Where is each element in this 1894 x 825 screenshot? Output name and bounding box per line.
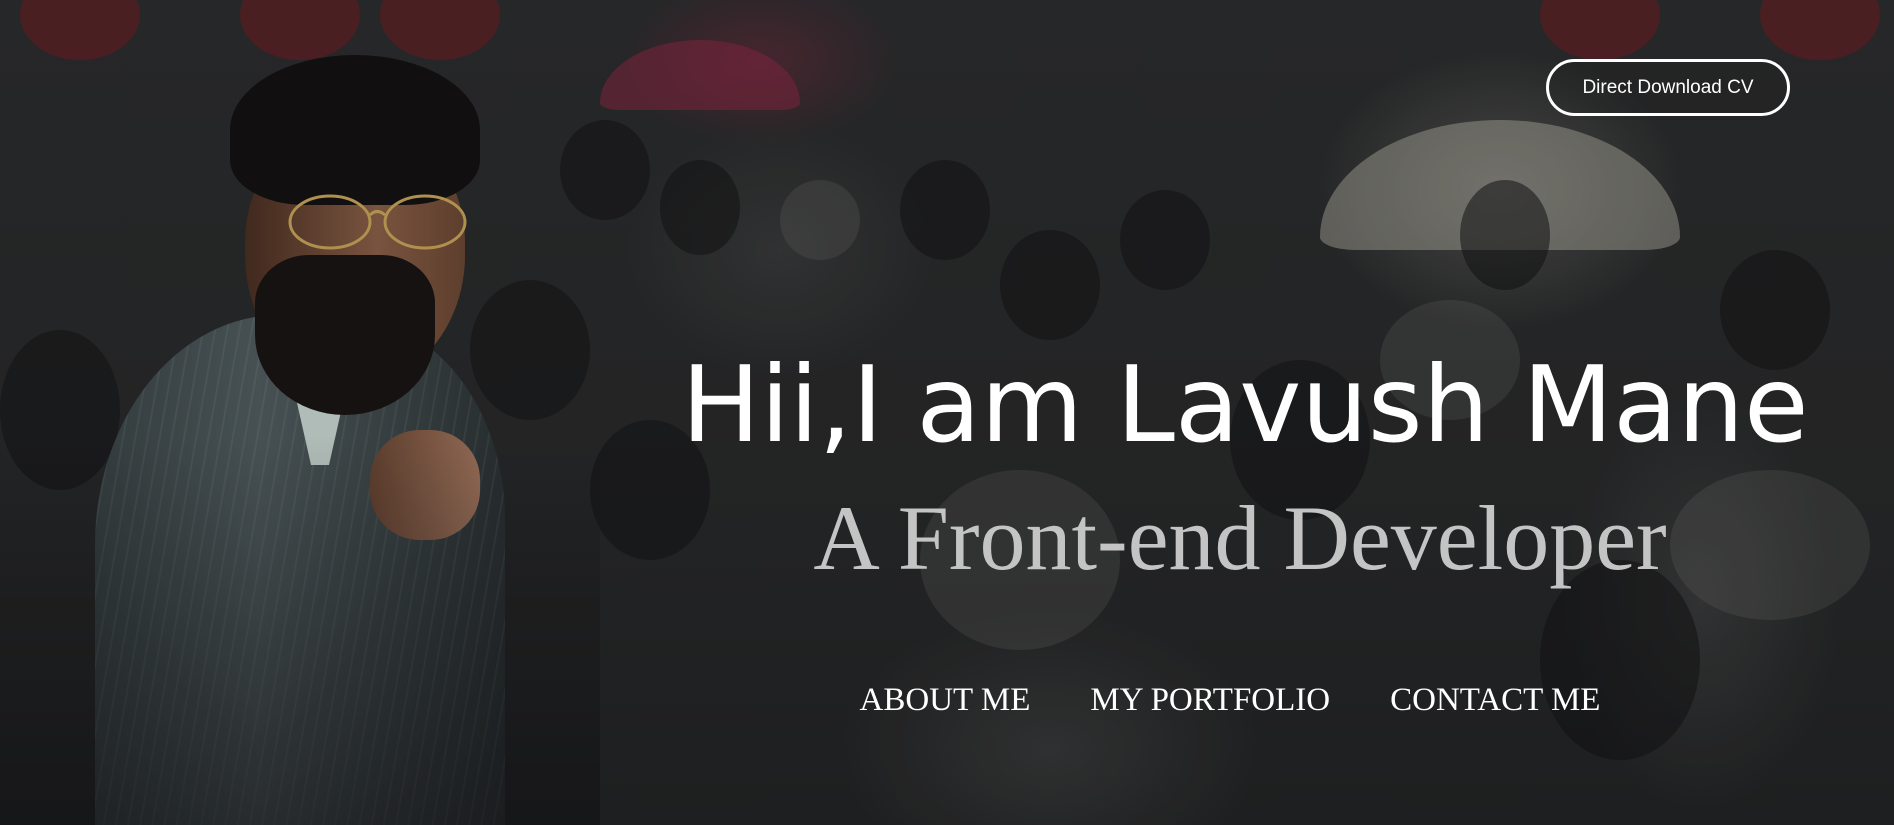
nav-link-contact-me[interactable]: CONTACT ME: [1390, 678, 1600, 722]
hero-subheadline: A Front-end Developer: [813, 487, 1667, 589]
nav-link-about-me[interactable]: ABOUT ME: [860, 678, 1031, 722]
hero-section: Direct Download CV Hii,I am Lavush Mane …: [0, 0, 1894, 825]
hero-headline: Hii,I am Lavush Mane: [681, 344, 1809, 466]
download-cv-button[interactable]: Direct Download CV: [1546, 59, 1790, 116]
main-nav: ABOUT ME MY PORTFOLIO CONTACT ME: [830, 678, 1630, 722]
nav-link-my-portfolio[interactable]: MY PORTFOLIO: [1090, 678, 1330, 722]
